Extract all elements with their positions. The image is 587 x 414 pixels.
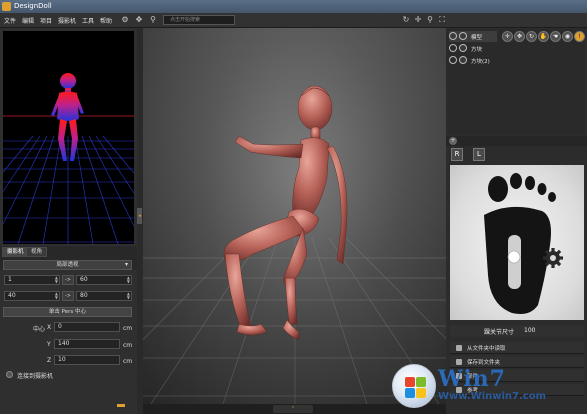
title-bar: DesignDoll: [0, 0, 587, 13]
connect-camera-label: 连接到摄影机: [17, 373, 54, 380]
visibility-icon[interactable]: [449, 44, 457, 52]
center-y-field[interactable]: 140: [54, 339, 120, 349]
3d-viewport[interactable]: [143, 28, 446, 404]
foot-editor[interactable]: [450, 165, 584, 320]
menu-edit[interactable]: 编辑: [22, 16, 34, 25]
center-y-label: Y: [47, 341, 51, 348]
right-side-button[interactable]: R: [451, 148, 463, 161]
center-x-label: X: [47, 324, 52, 331]
lock-icon[interactable]: [459, 56, 467, 64]
search-icon[interactable]: ⚲: [148, 15, 158, 25]
foot-icon: [484, 173, 563, 314]
resize-handle[interactable]: [117, 404, 125, 407]
center-z-unit: cm: [123, 358, 133, 365]
tree-item-model[interactable]: 模型: [449, 31, 497, 42]
range-arrow: ->: [62, 275, 74, 285]
window-title: DesignDoll: [14, 2, 52, 10]
center-z-field[interactable]: 10: [54, 355, 120, 365]
tree-item-label: 模型: [471, 35, 483, 41]
tree-item-label: 方块(2): [471, 59, 490, 65]
range2-end-value: 80: [80, 292, 88, 299]
connect-camera-checkbox[interactable]: [6, 371, 13, 378]
tab-view[interactable]: 视角: [26, 247, 48, 257]
spin-icon[interactable]: ▲ ▼: [127, 292, 130, 300]
camera-tabs: 摄影机 视角: [2, 247, 135, 257]
search-input[interactable]: 点击开始搜索: [163, 15, 235, 25]
viewport-scene: [143, 28, 446, 404]
center-y-unit: cm: [123, 342, 133, 349]
tree-item-label: 方块: [471, 47, 483, 53]
range-end-field[interactable]: 60 ▲ ▼: [76, 275, 132, 285]
menu-help[interactable]: 帮助: [100, 16, 112, 25]
menu-camera[interactable]: 摄影机: [58, 16, 76, 25]
center-x-unit: cm: [123, 325, 133, 332]
fit-icon[interactable]: ⛶: [437, 15, 447, 25]
menu-bar: 文件 编辑 项目 摄影机 工具 帮助 ⚙ ✥ ⚲ 点击开始搜索 ↻ ✛ ⚲ ⛶: [0, 13, 587, 28]
range2-start-field[interactable]: 40 ▲ ▼: [4, 291, 60, 301]
visibility-icon[interactable]: [449, 56, 457, 64]
chevron-down-icon: ▾: [124, 261, 128, 268]
tab-camera[interactable]: 摄影机: [2, 247, 29, 257]
menu-file[interactable]: 文件: [4, 16, 16, 25]
lock-icon[interactable]: [459, 32, 467, 40]
preview-scene: [3, 31, 134, 244]
windows-logo: [392, 364, 436, 408]
range-end-value: 60: [80, 276, 88, 283]
load-from-folder-button[interactable]: 从文件夹中读取: [450, 342, 584, 354]
menu-tools[interactable]: 工具: [82, 16, 94, 25]
ankle-size-value[interactable]: 100: [524, 327, 535, 334]
ankle-size-row: 踝关节尺寸 100: [450, 325, 584, 337]
center-label: 中心: [33, 326, 46, 333]
center-x-field[interactable]: 0: [54, 322, 120, 332]
info-icon[interactable]: !: [574, 31, 585, 42]
projection-select[interactable]: 局部透视 ▾: [3, 260, 132, 270]
button-label: 从文件夹中读取: [467, 346, 506, 352]
hand-icon[interactable]: ☚: [550, 31, 561, 42]
range-start-field[interactable]: 1 ▲ ▼: [4, 275, 60, 285]
range-start-value: 1: [8, 276, 12, 283]
projection-value: 局部透视: [56, 262, 79, 268]
add-icon[interactable]: +: [449, 137, 457, 145]
move-icon[interactable]: ✥: [514, 31, 525, 42]
spin-icon[interactable]: ▲ ▼: [55, 276, 58, 284]
joint-icon[interactable]: ◉: [562, 31, 573, 42]
refresh-icon[interactable]: ↻: [401, 15, 411, 25]
rotate-icon[interactable]: ↻: [526, 31, 537, 42]
range2-start-value: 40: [8, 292, 16, 299]
app-icon: [2, 2, 11, 11]
tree-footer: +: [446, 136, 587, 146]
spin-icon[interactable]: ▲ ▼: [127, 276, 130, 284]
gear-icon[interactable]: ⚙: [120, 15, 130, 25]
object-tree: 模型 方块 方块(2) ✛ ✥ ↻ ✋ ☚ ◉ !: [447, 29, 585, 134]
watermark: Win7 Www.Winwin7.com: [390, 360, 587, 414]
move-icon[interactable]: ✛: [413, 15, 423, 25]
left-side-button[interactable]: L: [473, 148, 485, 161]
center-z-label: Z: [47, 357, 52, 364]
watermark-url: Www.Winwin7.com: [438, 391, 547, 402]
zoom-icon[interactable]: ⚲: [425, 15, 435, 25]
ankle-size-label: 踝关节尺寸: [484, 329, 515, 336]
tree-item-box[interactable]: 方块: [449, 43, 497, 54]
center-z-value: 10: [58, 356, 66, 363]
spin-icon[interactable]: ▲ ▼: [55, 292, 58, 300]
collapse-left-button[interactable]: ◂: [137, 208, 142, 224]
center-y-value: 140: [58, 340, 70, 347]
pose-icon[interactable]: ✋: [538, 31, 549, 42]
move-icon[interactable]: ✥: [134, 15, 144, 25]
camera-preview[interactable]: [3, 31, 134, 244]
visibility-icon[interactable]: [449, 32, 457, 40]
center-x-value: 0: [58, 323, 62, 330]
lock-icon[interactable]: [459, 44, 467, 52]
expand-timeline-button[interactable]: ⌃: [273, 405, 313, 413]
tree-item-box-2[interactable]: 方块(2): [449, 55, 497, 66]
folder-icon: [456, 345, 462, 351]
watermark-title: Win7: [438, 366, 506, 392]
menu-project[interactable]: 项目: [40, 16, 52, 25]
pers-center-button[interactable]: 单击 Pers 中心: [3, 307, 132, 317]
range2-end-field[interactable]: 80 ▲ ▼: [76, 291, 132, 301]
add-icon[interactable]: ✛: [502, 31, 513, 42]
range2-arrow: ->: [62, 291, 74, 301]
